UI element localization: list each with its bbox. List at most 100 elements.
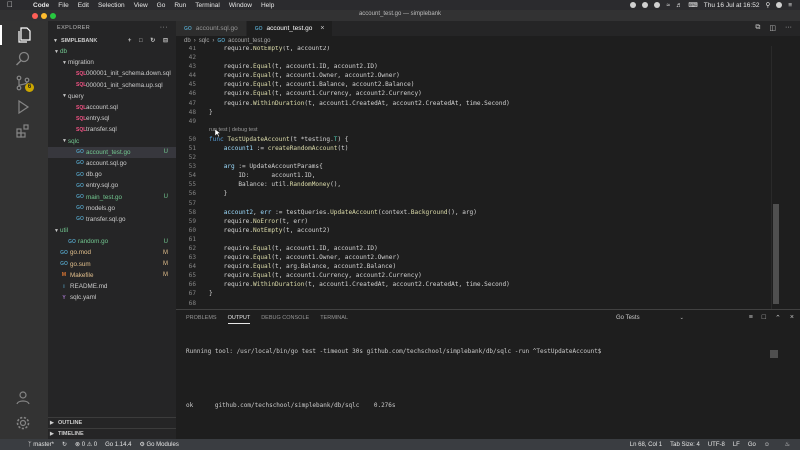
- code-line: 45 require.Equal(t, account1.Balance, ac…: [176, 80, 768, 89]
- file-item[interactable]: GO account_test.go U: [48, 146, 176, 158]
- timeline-section[interactable]: ▶ TIMELINE: [48, 428, 176, 439]
- more-actions-icon[interactable]: ···: [785, 24, 792, 32]
- close-icon[interactable]: ×: [320, 25, 324, 32]
- explorer-actions[interactable]: + □ ↻ ⊟: [128, 37, 171, 44]
- menu-file[interactable]: File: [58, 2, 68, 9]
- file-item[interactable]: Ysqlc.yaml: [48, 292, 176, 303]
- maximize-panel-icon[interactable]: ⌃: [775, 314, 781, 322]
- tab-size[interactable]: Tab Size: 4: [670, 442, 700, 448]
- codelens-run-debug-test[interactable]: run test | debug test: [176, 126, 768, 135]
- menu-edit[interactable]: Edit: [78, 2, 89, 9]
- spotlight-search-icon[interactable]: ⚲: [765, 1, 770, 9]
- file-item[interactable]: GO entry.sql.go: [48, 180, 176, 191]
- sync-icon[interactable]: ↻: [62, 441, 67, 448]
- window-titlebar: account_test.go — simplebank: [0, 10, 800, 21]
- go-modules-status[interactable]: ⚙ Go Modules: [139, 441, 178, 448]
- manage-button[interactable]: [13, 413, 33, 433]
- code-token: account1: [223, 144, 254, 152]
- scrollbar-thumb[interactable]: [773, 204, 779, 304]
- feedback-icon[interactable]: ☺: [764, 442, 770, 448]
- file-item[interactable]: SQL account.sql: [48, 102, 176, 113]
- close-panel-icon[interactable]: ×: [790, 314, 794, 322]
- tab-account-sql-go[interactable]: GO account.sql.go: [176, 21, 247, 36]
- file-item[interactable]: SQL 000001_init_schema.up.sql: [48, 80, 176, 91]
- file-item[interactable]: GO random.go U: [48, 236, 176, 247]
- status-icon[interactable]: [642, 2, 649, 8]
- keyboard-icon[interactable]: ⌨: [688, 1, 697, 9]
- tree-item-label: db: [60, 48, 68, 56]
- control-center-icon[interactable]: ≡: [788, 2, 792, 9]
- extensions-button[interactable]: [13, 121, 33, 141]
- file-item[interactable]: M Makefile M: [48, 270, 176, 281]
- menu-terminal[interactable]: Terminal: [195, 2, 220, 9]
- file-item[interactable]: GO go.sum M: [48, 259, 176, 270]
- more-actions-icon[interactable]: ···: [160, 24, 168, 31]
- panel-tab-problems[interactable]: PROBLEMS: [186, 315, 217, 324]
- menu-help[interactable]: Help: [261, 2, 274, 9]
- breadcrumb-sqlc[interactable]: sqlc: [199, 38, 210, 44]
- split-editor-icon[interactable]: ◫: [769, 24, 776, 32]
- go-file-icon: GO: [68, 238, 76, 245]
- menu-go[interactable]: Go: [157, 2, 166, 9]
- panel-scrollbar-thumb[interactable]: [770, 350, 778, 358]
- menu-window[interactable]: Window: [229, 2, 252, 9]
- cursor-position[interactable]: Ln 68, Col 1: [630, 442, 662, 448]
- file-item[interactable]: SQL 000001_init_schema.down.sql: [48, 68, 176, 79]
- user-avatar-icon[interactable]: [776, 2, 783, 8]
- editor-scrollbar[interactable]: [771, 46, 779, 309]
- accounts-button[interactable]: [13, 387, 33, 407]
- notifications-bell-icon[interactable]: ♨: [785, 441, 790, 448]
- language-mode[interactable]: Go: [748, 442, 756, 448]
- folder-item[interactable]: ▼ db: [48, 46, 176, 57]
- code-editor[interactable]: 41 require.NotEmpty(t, account2) 42 43 req…: [176, 46, 768, 309]
- file-item[interactable]: GO transfer.sql.go: [48, 214, 176, 225]
- panel-tab-debug-console[interactable]: DEBUG CONSOLE: [261, 315, 309, 324]
- open-changes-icon[interactable]: ⧉: [755, 24, 760, 32]
- explorer-button[interactable]: [0, 25, 48, 45]
- apple-icon[interactable]: : [7, 0, 13, 10]
- breadcrumb-file[interactable]: account_test.go: [228, 38, 270, 44]
- search-button[interactable]: [13, 49, 33, 69]
- folder-item[interactable]: ▼ migration: [48, 57, 176, 68]
- menubar-clock[interactable]: Thu 16 Jul at 16:52: [704, 2, 760, 9]
- menu-run[interactable]: Run: [174, 2, 186, 9]
- menu-selection[interactable]: Selection: [98, 2, 125, 9]
- file-item[interactable]: GO account.sql.go: [48, 158, 176, 169]
- file-item[interactable]: GO go.mod M: [48, 247, 176, 258]
- menu-code[interactable]: Code: [33, 2, 49, 9]
- source-control-button[interactable]: 6: [13, 73, 34, 93]
- file-item[interactable]: GO models.go: [48, 203, 176, 214]
- filter-icon[interactable]: ≡: [749, 314, 753, 322]
- line-number: 47: [188, 99, 196, 107]
- branch-status[interactable]: ᛉ master*: [28, 442, 54, 448]
- wifi-icon[interactable]: ≈: [666, 2, 670, 9]
- problems-status[interactable]: ⊗ 0 ⚠ 0: [75, 441, 97, 448]
- file-item[interactable]: GO main_test.go U: [48, 191, 176, 202]
- menu-view[interactable]: View: [134, 2, 148, 9]
- project-root[interactable]: ▼ SIMPLEBANK + □ ↻ ⊟: [48, 35, 176, 46]
- breadcrumb-db[interactable]: db: [184, 38, 191, 44]
- lock-scroll-icon[interactable]: □: [762, 314, 766, 322]
- file-item[interactable]: i README.md: [48, 281, 176, 292]
- file-item[interactable]: SQL entry.sql: [48, 113, 176, 124]
- tab-account-test-go[interactable]: GO account_test.go ×: [246, 21, 334, 36]
- record-icon[interactable]: [630, 2, 637, 8]
- folder-item[interactable]: ▼ sqlc: [48, 136, 176, 147]
- code-token: require.: [209, 263, 254, 271]
- output-channel-select[interactable]: Go Tests ⌄: [616, 315, 684, 321]
- panel-tab-terminal[interactable]: TERMINAL: [320, 315, 348, 324]
- folder-item[interactable]: ▼ query: [48, 91, 176, 102]
- go-version[interactable]: Go 1.14.4: [105, 442, 131, 448]
- volume-icon[interactable]: ♬: [676, 2, 683, 9]
- panel-tab-output[interactable]: OUTPUT: [227, 315, 251, 324]
- file-item[interactable]: SQL transfer.sql: [48, 124, 176, 135]
- folder-item[interactable]: ▼ util: [48, 225, 176, 236]
- run-debug-button[interactable]: [13, 97, 33, 117]
- file-item[interactable]: GO db.go: [48, 169, 176, 180]
- window-title: account_test.go — simplebank: [358, 11, 442, 17]
- end-of-line[interactable]: LF: [733, 442, 740, 448]
- sync-icon[interactable]: [654, 2, 661, 8]
- line-number: 57: [188, 199, 196, 207]
- outline-section[interactable]: ▶ OUTLINE: [48, 417, 176, 428]
- file-encoding[interactable]: UTF-8: [708, 442, 725, 448]
